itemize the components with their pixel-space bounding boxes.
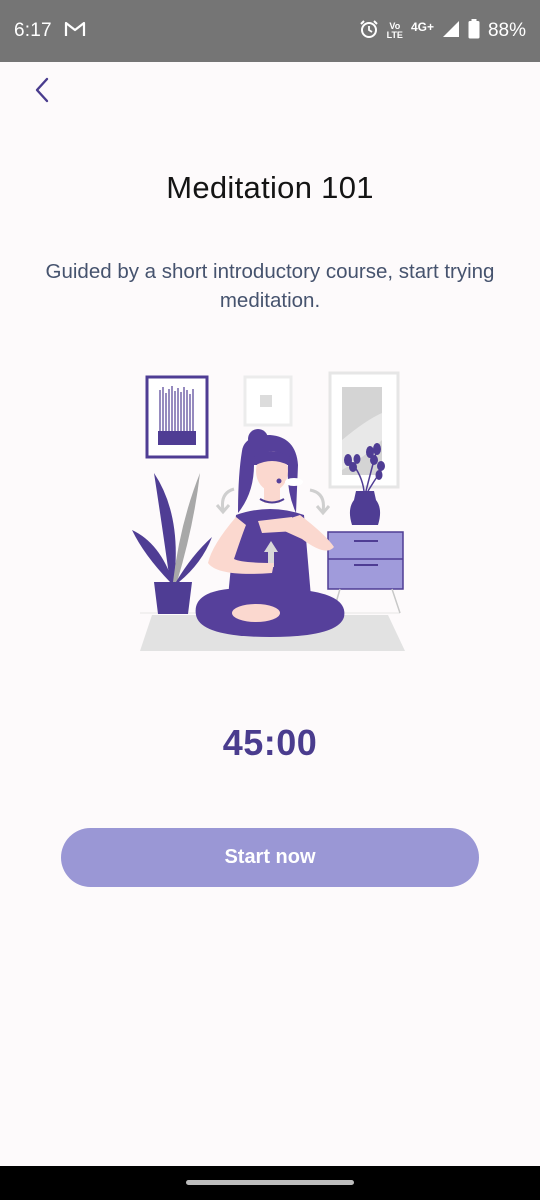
meditation-illustration — [132, 371, 405, 651]
back-button[interactable] — [22, 70, 62, 110]
status-bar: 6:17 Vo LTE 4G+ 88% — [0, 0, 540, 62]
status-time: 6:17 — [14, 20, 52, 41]
battery-icon — [468, 18, 480, 44]
signal-icon — [442, 20, 460, 43]
chevron-left-icon — [35, 77, 49, 103]
volte-label-bottom: LTE — [386, 30, 403, 40]
page-title: Meditation 101 — [166, 170, 374, 205]
alarm-icon — [359, 19, 379, 44]
page-subtitle: Guided by a short introductory course, s… — [45, 260, 495, 312]
start-now-button[interactable]: Start now — [61, 828, 479, 887]
battery-percent: 88% — [487, 20, 526, 41]
network-type: 4G+ — [410, 20, 434, 34]
volte-icon: Vo LTE — [387, 22, 403, 40]
gmail-icon — [64, 21, 86, 42]
timer-display: 45:00 — [222, 722, 318, 763]
home-indicator[interactable] — [186, 1180, 354, 1185]
